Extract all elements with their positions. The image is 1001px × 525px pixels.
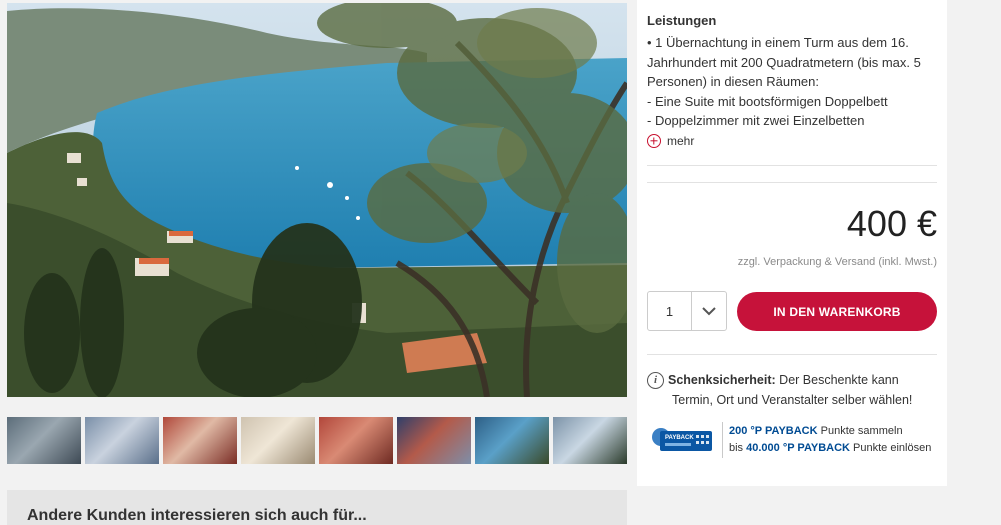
thumbnail-1[interactable] (7, 417, 81, 464)
payback-text: 200 °P PAYBACK Punkte sammeln bis 40.000… (729, 423, 931, 457)
divider (647, 354, 937, 355)
more-label: mehr (667, 134, 695, 148)
services-line: - Eine Suite mit bootsförmigen Doppelbet… (647, 93, 888, 109)
info-icon: i (647, 372, 664, 390)
recommendations-section: Andere Kunden interessieren sich auch fü… (7, 490, 627, 525)
shipping-note: zzgl. Verpackung & Versand (inkl. Mwst.) (737, 256, 937, 268)
thumbnail-strip (7, 417, 627, 464)
payback-text-rest: Punkte sammeln (817, 425, 903, 437)
services-title: Leistungen (647, 13, 717, 28)
add-to-cart-button[interactable]: IN DEN WARENKORB (737, 292, 937, 331)
thumbnail-4[interactable] (241, 417, 315, 464)
thumbnail-5[interactable] (319, 417, 393, 464)
product-main-image[interactable] (7, 3, 627, 397)
thumbnail-7[interactable] (475, 417, 549, 464)
recommendations-title: Andere Kunden interessieren sich auch fü… (27, 507, 367, 524)
quantity-value: 1 (665, 303, 674, 319)
services-description: • 1 Übernachtung in einem Turm aus dem 1… (647, 33, 937, 131)
services-line: • 1 Übernachtung in einem Turm aus dem 1… (647, 35, 909, 50)
product-info-panel: Leistungen • 1 Übernachtung in einem Tur… (637, 0, 947, 486)
landscape-photo (7, 3, 627, 397)
thumbnail-3[interactable] (163, 417, 237, 464)
gift-info: i Schenksicherheit: Der Beschenkte kann T… (647, 370, 937, 410)
payback-points: 200 °P PAYBACK (729, 425, 818, 437)
gift-info-text: Der Beschenkte kann (775, 373, 899, 387)
services-line: - Doppelzimmer mit zwei Einzelbetten (647, 113, 865, 128)
payback-text-pre: bis (729, 442, 747, 454)
quantity-select[interactable]: 1 (647, 291, 727, 331)
thumbnail-2[interactable] (85, 417, 159, 464)
payback-points-max: 40.000 °P PAYBACK (746, 442, 850, 454)
payback-text-rest: Punkte einlösen (850, 442, 932, 454)
price: 400 € (846, 203, 937, 244)
divider (722, 422, 723, 458)
divider (647, 165, 937, 166)
thumbnail-6[interactable] (397, 417, 471, 464)
divider (647, 182, 937, 183)
payback-logo-text: PAYBACK (665, 435, 694, 441)
payback-logo-icon: PAYBACK (651, 424, 714, 456)
thumbnail-8[interactable] (553, 417, 627, 464)
payback-info: PAYBACK 200 °P PAYBACK Punkte sammeln bi… (651, 420, 941, 460)
chevron-down-icon (692, 306, 726, 316)
services-line: Jahrhundert mit 200 Quadratmetern (bis m… (647, 54, 921, 70)
gift-info-bold: Schenksicherheit: (668, 373, 776, 387)
more-link[interactable]: mehr (647, 134, 937, 148)
gift-info-text: Termin, Ort und Veranstalter selber wähl… (672, 393, 913, 407)
services-line: Personen) in diesen Räumen: (647, 74, 819, 89)
plus-circle-icon (647, 134, 661, 148)
